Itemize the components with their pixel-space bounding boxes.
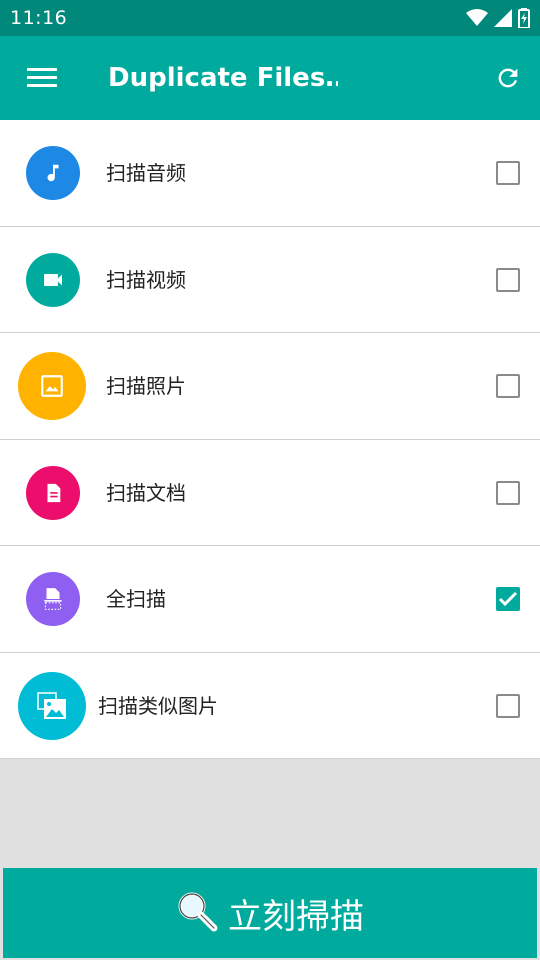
scan-option-checkbox[interactable]	[496, 161, 520, 185]
status-bar: 11:16	[0, 0, 540, 36]
scan-option-audio[interactable]: 扫描音频	[0, 120, 540, 227]
video-camera-icon	[26, 252, 80, 307]
magnifier-icon	[176, 890, 218, 936]
refresh-icon[interactable]	[490, 60, 526, 96]
scan-option-checkbox[interactable]	[496, 267, 520, 292]
hamburger-menu-icon[interactable]	[22, 60, 62, 96]
document-icon	[26, 465, 80, 520]
scan-option-checkbox[interactable]	[496, 480, 520, 505]
scan-now-button[interactable]: 立刻掃描	[3, 868, 537, 958]
image-icon	[18, 352, 86, 420]
app-title: Duplicate Files…	[108, 63, 338, 93]
scan-option-all[interactable]: 全扫描	[0, 546, 540, 653]
scan-option-label: 扫描照片	[106, 374, 186, 398]
scan-option-label: 扫描视频	[106, 267, 186, 292]
app-bar: Duplicate Files…	[0, 36, 540, 120]
scan-now-label: 立刻掃描	[228, 896, 364, 937]
status-time: 11:16	[10, 7, 68, 29]
battery-charging-icon	[518, 8, 530, 28]
scan-option-checkbox-checked[interactable]	[496, 587, 520, 611]
scan-option-checkbox[interactable]	[496, 693, 520, 718]
scan-option-similar-images[interactable]: 扫描类似图片	[0, 652, 540, 759]
scan-option-checkbox[interactable]	[496, 374, 520, 398]
scan-option-label: 扫描类似图片	[98, 693, 218, 718]
music-note-icon	[26, 146, 80, 200]
scan-option-label: 全扫描	[106, 587, 166, 611]
scan-option-photos[interactable]: 扫描照片	[0, 333, 540, 440]
scan-option-label: 扫描音频	[106, 161, 186, 185]
scanner-icon	[26, 572, 80, 626]
signal-icon	[494, 9, 512, 27]
status-icons	[466, 8, 530, 28]
scan-option-label: 扫描文档	[106, 480, 186, 505]
scan-option-video[interactable]: 扫描视频	[0, 226, 540, 333]
scan-option-documents[interactable]: 扫描文档	[0, 439, 540, 546]
scan-options-list: 扫描音频 扫描视频 扫描照片 扫描文档 全扫描 扫描类似图片	[0, 120, 540, 759]
wifi-icon	[466, 9, 488, 27]
photo-library-icon	[18, 671, 86, 740]
